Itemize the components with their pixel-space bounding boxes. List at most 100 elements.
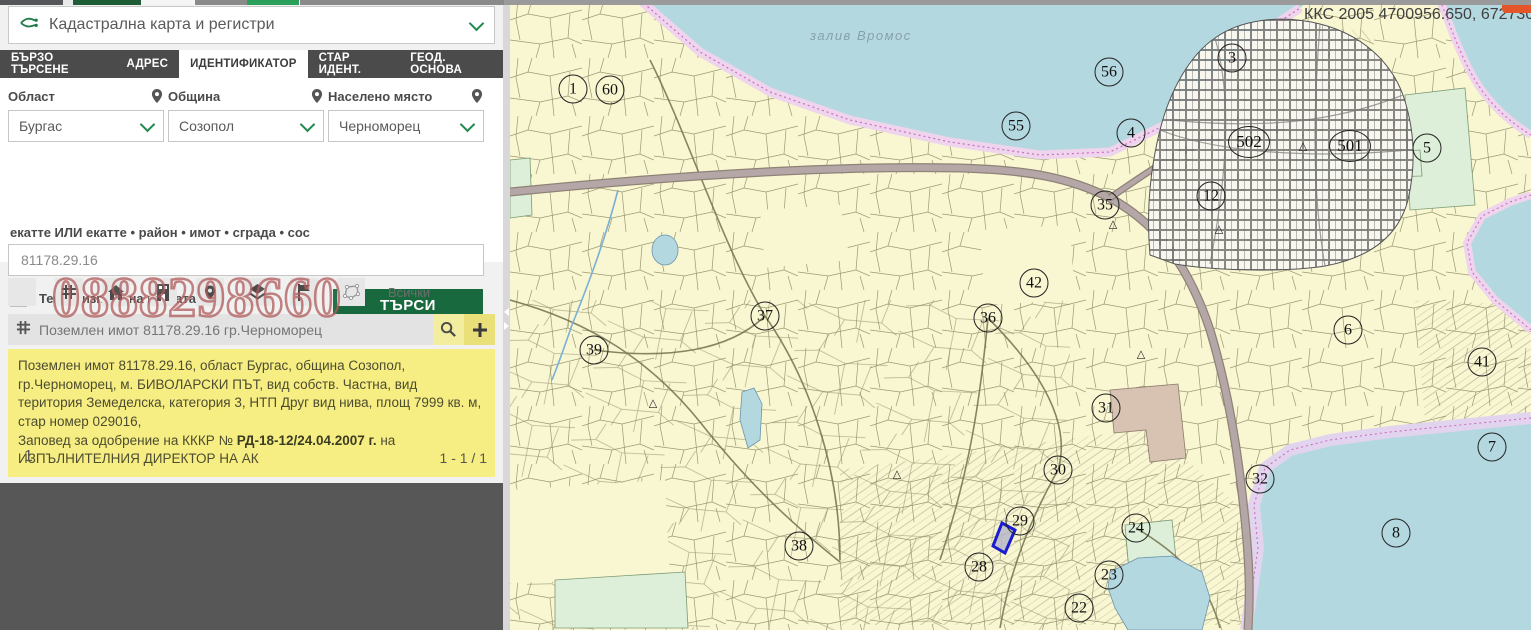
- map-pin-icon[interactable]: [470, 88, 484, 104]
- zone-marker-5: 5: [1413, 134, 1442, 163]
- browser-strip: [0, 0, 1531, 5]
- search-icon: [440, 321, 457, 338]
- tab-old-identifier[interactable]: СТАР ИДЕНТ.: [308, 50, 400, 78]
- service-header[interactable]: Кадастрална карта и регистри: [8, 6, 495, 44]
- detail-order-number: РД-18-12/24.04.2007 г.: [237, 433, 377, 448]
- home-icon: [108, 285, 124, 300]
- oblast-select[interactable]: Бургас: [8, 110, 164, 142]
- bay-name-label: залив Вромос: [810, 28, 912, 43]
- layers-layer-button[interactable]: [243, 278, 271, 306]
- geodetic-point-icon: △: [1109, 218, 1117, 231]
- polygon-layer-button[interactable]: [337, 278, 365, 306]
- result-row-label: Поземлен имот 81178.29.16 гр.Черноморец: [39, 322, 433, 338]
- geodetic-point-icon: △: [1299, 140, 1307, 153]
- geodetic-point-icon: △: [649, 397, 657, 410]
- zoom-to-result-button[interactable]: [433, 314, 464, 345]
- chevron-down-icon: [140, 116, 156, 132]
- zone-marker-38: 38: [785, 532, 814, 561]
- chevron-down-icon[interactable]: [469, 15, 485, 31]
- filter-settlement: Населено място Черноморец: [328, 86, 484, 142]
- add-result-button[interactable]: [464, 314, 495, 345]
- grid-layer-button[interactable]: [55, 278, 83, 306]
- filter-obshtina: Община Созопол: [168, 86, 324, 142]
- result-range: 1 - 1 / 1: [0, 450, 487, 466]
- detail-order-prefix: Заповед за одобрение на КККР №: [18, 433, 237, 448]
- settlement-select[interactable]: Черноморец: [328, 110, 484, 142]
- pin-layer-button[interactable]: [196, 278, 224, 306]
- building-icon: [157, 284, 169, 301]
- zone-marker-7: 7: [1478, 433, 1507, 462]
- zone-marker-36: 36: [974, 304, 1003, 333]
- sidebar-collapse-strip[interactable]: [503, 0, 510, 630]
- crs-coordinates-readout: ККС 2005 4700956.650, 672730.1: [1304, 6, 1531, 24]
- detail-text: Поземлен имот 81178.29.16, област Бургас…: [18, 358, 481, 429]
- geodetic-point-icon: △: [1137, 348, 1145, 361]
- all-layers-link[interactable]: Всички: [388, 285, 430, 300]
- geodetic-point-icon: △: [1215, 223, 1223, 236]
- search-tabs: БЪРЗО ТЪРСЕНЕ АДРЕС ИДЕНТИФИКАТОР СТАР И…: [0, 50, 503, 78]
- zone-marker-55: 55: [1002, 112, 1031, 141]
- zone-marker-1: 1: [559, 75, 588, 104]
- zone-marker-8: 8: [1382, 519, 1411, 548]
- home-layer-button[interactable]: [102, 278, 130, 306]
- geodetic-point-icon: △: [893, 468, 901, 481]
- oblast-label: Област: [8, 89, 55, 104]
- zone-marker-6: 6: [1334, 316, 1363, 345]
- flag-layer-button[interactable]: [290, 278, 318, 306]
- tab-address[interactable]: АДРЕС: [116, 50, 180, 78]
- zone-marker-42: 42: [1020, 269, 1049, 298]
- layers-icon: [249, 284, 266, 300]
- zone-marker-37: 37: [751, 302, 780, 331]
- zone-marker-41: 41: [1468, 348, 1497, 377]
- map-pin-icon: [203, 284, 217, 301]
- zone-marker-23: 23: [1095, 561, 1124, 590]
- sidebar-footer: [0, 483, 503, 630]
- blank-layer-button[interactable]: [8, 278, 36, 306]
- cadastre-service-icon: [19, 14, 39, 37]
- zone-marker-56: 56: [1095, 58, 1124, 87]
- zone-marker-60: 60: [596, 76, 625, 105]
- chevron-down-icon: [300, 116, 316, 132]
- map-pin-icon[interactable]: [310, 88, 324, 104]
- zone-marker-31: 31: [1092, 394, 1121, 423]
- identifier-form: Област Бургас Община Созопол Населено мя…: [0, 78, 503, 262]
- zone-marker-4: 4: [1117, 119, 1146, 148]
- zone-marker-3: 3: [1218, 44, 1247, 73]
- service-title: Кадастрална карта и регистри: [49, 16, 275, 34]
- obshtina-select[interactable]: Созопол: [168, 110, 324, 142]
- grid-icon: [16, 320, 31, 340]
- obshtina-label: Община: [168, 89, 220, 104]
- zone-marker-502: 502: [1228, 126, 1270, 158]
- collapse-left-icon[interactable]: [504, 308, 509, 316]
- settlement-label: Населено място: [328, 89, 432, 104]
- zone-marker-29: 29: [1006, 507, 1035, 536]
- tab-identifier[interactable]: ИДЕНТИФИКАТОР: [179, 50, 308, 78]
- search-sidebar: Кадастрална карта и регистри БЪРЗО ТЪРСЕ…: [0, 0, 503, 630]
- layer-toolbar: Всички: [8, 278, 430, 306]
- ekatte-hint-label: екатте ИЛИ екатте • район • имот • сград…: [10, 225, 310, 240]
- zone-marker-22: 22: [1065, 594, 1094, 623]
- tab-quick-search[interactable]: БЪРЗО ТЪРСЕНЕ: [0, 50, 116, 78]
- map-pin-icon[interactable]: [150, 88, 164, 104]
- zone-marker-24: 24: [1122, 514, 1151, 543]
- polygon-icon: [342, 284, 360, 300]
- plus-icon: [472, 322, 488, 338]
- identifier-input[interactable]: [8, 244, 484, 276]
- grid-icon: [61, 284, 77, 300]
- map-render: [510, 0, 1531, 630]
- zone-marker-28: 28: [965, 553, 994, 582]
- zone-marker-501: 501: [1329, 130, 1371, 162]
- zone-marker-30: 30: [1044, 456, 1073, 485]
- expand-right-icon[interactable]: [504, 322, 509, 330]
- zone-marker-39: 39: [580, 336, 609, 365]
- chevron-down-icon: [460, 116, 476, 132]
- zone-marker-32: 32: [1246, 465, 1275, 494]
- zone-marker-35: 35: [1091, 191, 1120, 220]
- zone-marker-12: 12: [1197, 182, 1226, 211]
- cadastral-map-canvas[interactable]: ККС 2005 4700956.650, 672730.1 залив Вро…: [510, 0, 1531, 630]
- tab-geodetic-basis[interactable]: ГЕОД. ОСНОВА: [399, 50, 503, 78]
- building-layer-button[interactable]: [149, 278, 177, 306]
- filter-oblast: Област Бургас: [8, 86, 164, 142]
- result-row[interactable]: Поземлен имот 81178.29.16 гр.Черноморец: [8, 314, 495, 345]
- flag-icon: [298, 284, 311, 301]
